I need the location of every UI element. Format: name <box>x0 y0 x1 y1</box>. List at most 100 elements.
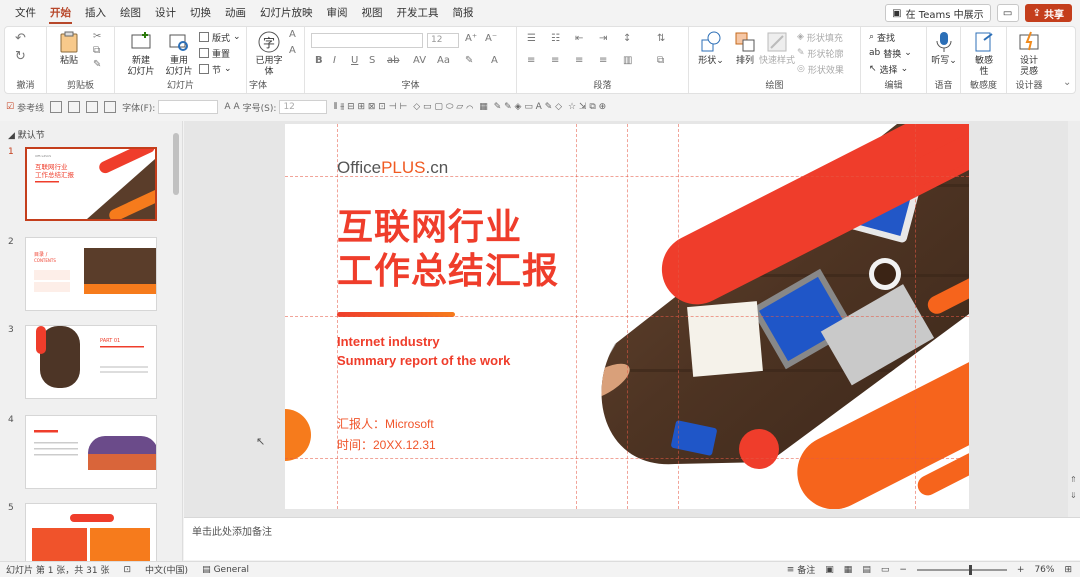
reset-button[interactable]: 重置 <box>199 46 230 60</box>
tab-draw[interactable]: 绘图 <box>113 0 148 26</box>
undo-icon[interactable]: ↶ <box>15 31 26 46</box>
guide-line[interactable] <box>285 176 969 177</box>
tab-home[interactable]: 开始 <box>43 0 78 26</box>
reuse-slides-button[interactable]: 重用 幻灯片 <box>159 30 199 78</box>
spacing-icon[interactable]: AV <box>413 55 426 66</box>
font-size-field[interactable]: A A 字号(S): 12 <box>224 100 328 114</box>
font-size-shrink-icon[interactable]: A <box>234 102 240 112</box>
comments-button[interactable]: ▭ <box>996 4 1019 22</box>
scroll-down-icon[interactable]: ⇓ <box>1070 491 1077 500</box>
tab-developer[interactable]: 开发工具 <box>390 0 446 26</box>
font-name-field[interactable]: 字体(F): <box>122 100 219 114</box>
layout-button[interactable]: 版式 ⌄ <box>199 30 241 44</box>
accessibility-icon[interactable]: ⊡ <box>123 565 131 575</box>
thumbnails-scrollbar[interactable] <box>172 127 180 557</box>
paste-button[interactable]: 粘贴 <box>49 30 89 67</box>
sensitivity-button[interactable]: 敏感 性 <box>964 30 1004 78</box>
align-left-icon[interactable]: ≡ <box>527 55 535 66</box>
highlight-icon[interactable]: ✎ <box>465 55 473 66</box>
language-indicator[interactable]: 中文(中国) <box>145 563 188 576</box>
notes-button[interactable]: ≡ 备注 <box>787 563 816 577</box>
line-spacing-icon[interactable]: ↕ <box>623 33 631 44</box>
slide-reporter-info[interactable]: 汇报人：Microsoft 时间：20XX.12.31 <box>337 414 436 456</box>
numbering-icon[interactable]: ☷ <box>551 33 560 44</box>
slideshow-icon[interactable]: ▭ <box>881 565 890 575</box>
tab-briefing[interactable]: 简报 <box>446 0 481 26</box>
smartart-icon[interactable]: ⧉ <box>657 55 664 66</box>
gridlines-icon[interactable] <box>50 101 63 113</box>
font-size-combo[interactable]: 12 <box>427 33 459 48</box>
format-painter-icon[interactable]: ✎ <box>93 59 101 70</box>
guide-line[interactable] <box>285 316 969 317</box>
zoom-out-icon[interactable]: − <box>899 565 907 575</box>
font-name-input[interactable] <box>158 100 219 114</box>
text-direction-icon[interactable]: ⇅ <box>657 33 665 44</box>
font-size-input[interactable]: 12 <box>279 100 328 114</box>
new-slide-button[interactable]: 新建 幻灯片 <box>121 30 161 78</box>
scroll-up-icon[interactable]: ⇑ <box>1070 475 1077 484</box>
grow-font-button-icon[interactable]: A⁺ <box>465 33 477 44</box>
slide-logo[interactable]: OfficePLUS.cn <box>337 158 448 178</box>
shrink-font-icon[interactable]: A <box>289 45 296 56</box>
present-in-teams-button[interactable]: ▣ 在 Teams 中展示 <box>885 4 991 22</box>
more-tools-icon[interactable]: ☆ ⇲ ⧉ ⊕ <box>568 102 606 112</box>
italic-icon[interactable]: I <box>333 55 336 66</box>
normal-view-icon[interactable]: ▣ <box>825 565 834 575</box>
current-slide[interactable]: OfficePLUS.cn 互联网行业 工作总结汇报 Internet indu… <box>285 124 969 509</box>
font-size-grow-icon[interactable]: A <box>224 102 230 112</box>
share-button[interactable]: ⇪ 共享 <box>1024 4 1072 22</box>
picture-tools-icon[interactable]: ▦ <box>479 102 488 112</box>
picture-icon[interactable] <box>104 101 117 113</box>
tab-review[interactable]: 审阅 <box>320 0 355 26</box>
shape-fill-button[interactable]: ◈ 形状填充 <box>797 30 843 44</box>
shadow-icon[interactable]: S <box>369 55 375 66</box>
bullets-icon[interactable]: ☰ <box>527 33 536 44</box>
align-right-icon[interactable]: ≡ <box>575 55 583 66</box>
decrease-indent-icon[interactable]: ⇤ <box>575 33 583 44</box>
font-name-combo[interactable] <box>311 33 423 48</box>
tab-insert[interactable]: 插入 <box>78 0 113 26</box>
tab-animations[interactable]: 动画 <box>218 0 253 26</box>
replace-button[interactable]: ab 替换 ⌄ <box>869 46 912 60</box>
justify-icon[interactable]: ≡ <box>599 55 607 66</box>
scroll-thumb[interactable] <box>173 133 179 195</box>
sensitivity-label[interactable]: ▤ General <box>202 565 249 575</box>
zoom-level[interactable]: 76% <box>1034 565 1054 575</box>
copy-icon[interactable]: ⧉ <box>93 45 100 56</box>
tab-view[interactable]: 视图 <box>355 0 390 26</box>
slide-sorter-icon[interactable]: ▦ <box>844 565 853 575</box>
reading-view-icon[interactable]: ▤ <box>862 565 871 575</box>
align-center-icon[interactable]: ≡ <box>551 55 559 66</box>
slide-title[interactable]: 互联网行业 工作总结汇报 <box>337 206 559 294</box>
slide-thumbnail-4[interactable] <box>25 415 157 489</box>
slide-subtitle[interactable]: Internet industry Summary report of the … <box>337 332 510 370</box>
tab-file[interactable]: 文件 <box>8 0 43 26</box>
tab-design[interactable]: 设计 <box>148 0 183 26</box>
guide-line[interactable] <box>285 458 969 459</box>
collapse-ribbon-icon[interactable]: ⌄ <box>1063 77 1071 88</box>
section-header[interactable]: ◢ 默认节 <box>8 128 45 141</box>
cut-icon[interactable]: ✂ <box>93 31 101 42</box>
zoom-slider-knob[interactable] <box>968 564 972 575</box>
ruler-icon[interactable] <box>68 101 81 113</box>
tab-transitions[interactable]: 切换 <box>183 0 218 26</box>
increase-indent-icon[interactable]: ⇥ <box>599 33 607 44</box>
slide-thumbnail-1[interactable]: OfficePLUS 互联网行业 工作总结汇报 <box>25 147 157 221</box>
bold-icon[interactable]: B <box>315 55 323 66</box>
find-button[interactable]: ⌕ 查找 <box>869 30 895 44</box>
notes-pane[interactable]: 单击此处添加备注 <box>184 517 1080 560</box>
design-ideas-button[interactable]: 设计 灵感 <box>1009 30 1049 78</box>
select-button[interactable]: ↖ 选择 ⌄ <box>869 62 908 76</box>
tab-slideshow[interactable]: 幻灯片放映 <box>253 0 320 26</box>
columns-icon[interactable]: ▥ <box>623 55 632 66</box>
fit-slide-icon[interactable] <box>86 101 99 113</box>
guides-toggle[interactable]: ☑ 参考线 <box>6 101 44 114</box>
quick-styles-button[interactable]: 快速样式 <box>757 30 797 67</box>
shape-effects-button[interactable]: ◎ 形状效果 <box>797 62 844 76</box>
fit-to-window-icon[interactable]: ⊞ <box>1064 565 1072 575</box>
font-color-icon[interactable]: A <box>491 55 498 66</box>
pen-tools-icon[interactable]: ✎ ✎ ◈ ▭ A ✎ ◇ <box>494 102 562 112</box>
strikethrough-icon[interactable]: ab <box>387 55 399 66</box>
editor-scrollbar[interactable]: ⇑ ⇓ <box>1068 121 1080 517</box>
slide-thumbnail-2[interactable]: 目录 / CONTENTS <box>25 237 157 311</box>
